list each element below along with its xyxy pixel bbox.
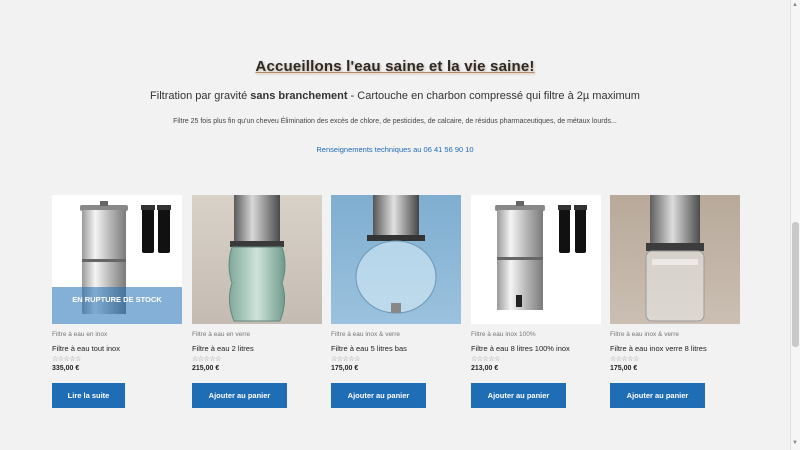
hero-description: Filtre 25 fois plus fin qu'un cheveu Éli… (173, 118, 617, 125)
product-card: Filtre à eau en verre Filtre à eau 2 lit… (192, 195, 322, 415)
product-card: EN RUPTURE DE STOCK Filtre à eau en inox… (52, 195, 182, 415)
product-price: 215,00 € (192, 365, 220, 372)
product-category[interactable]: Filtre à eau inox 100% (471, 331, 536, 338)
product-name[interactable]: Filtre à eau 5 litres bas (331, 344, 407, 353)
rating-stars: ☆☆☆☆☆ (610, 356, 639, 363)
scrollbar-thumb[interactable] (792, 222, 799, 347)
hero-title: Accueillons l'eau saine et la vie saine! (255, 58, 535, 75)
read-more-button[interactable]: Lire la suite (52, 383, 125, 408)
subtitle-bold: sans branchement (250, 90, 348, 102)
scroll-up-icon[interactable]: ▲ (791, 2, 799, 10)
scroll-down-icon[interactable]: ▼ (791, 440, 799, 448)
hero-subtitle: Filtration par gravité sans branchement … (0, 90, 790, 102)
add-to-cart-button[interactable]: Ajouter au panier (610, 383, 705, 408)
product-image[interactable] (471, 195, 601, 324)
page: Accueillons l'eau saine et la vie saine!… (0, 0, 790, 450)
out-of-stock-badge: EN RUPTURE DE STOCK (72, 295, 162, 304)
product-name[interactable]: Filtre à eau inox verre 8 litres (610, 344, 707, 353)
product-price: 335,00 € (52, 365, 80, 372)
product-category[interactable]: Filtre à eau inox & verre (610, 331, 679, 338)
product-category[interactable]: Filtre à eau inox & verre (331, 331, 400, 338)
product-price: 213,00 € (471, 365, 499, 372)
contact-link[interactable]: Renseignements techniques au 06 41 56 90… (0, 145, 790, 154)
product-price: 175,00 € (331, 365, 359, 372)
subtitle-post: - Cartouche en charbon compressé qui fil… (347, 90, 640, 102)
product-grid: EN RUPTURE DE STOCK Filtre à eau en inox… (52, 195, 742, 415)
vertical-scrollbar[interactable]: ▲ ▼ (790, 0, 800, 450)
rating-stars: ☆☆☆☆☆ (471, 356, 500, 363)
product-card: Filtre à eau inox & verre Filtre à eau i… (610, 195, 740, 415)
subtitle-pre: Filtration par gravité (150, 90, 251, 102)
product-price: 175,00 € (610, 365, 638, 372)
product-name[interactable]: Filtre à eau 2 litres (192, 344, 254, 353)
add-to-cart-button[interactable]: Ajouter au panier (331, 383, 426, 408)
product-image[interactable] (192, 195, 322, 324)
product-card: Filtre à eau inox & verre Filtre à eau 5… (331, 195, 461, 415)
product-image[interactable] (610, 195, 740, 324)
rating-stars: ☆☆☆☆☆ (192, 356, 221, 363)
product-image[interactable]: EN RUPTURE DE STOCK (52, 195, 182, 324)
product-name[interactable]: Filtre à eau tout inox (52, 344, 120, 353)
rating-stars: ☆☆☆☆☆ (52, 356, 81, 363)
product-name[interactable]: Filtre à eau 8 litres 100% inox (471, 344, 570, 353)
product-category[interactable]: Filtre à eau en verre (192, 331, 250, 338)
product-image[interactable] (331, 195, 461, 324)
product-card: Filtre à eau inox 100% Filtre à eau 8 li… (471, 195, 601, 415)
rating-stars: ☆☆☆☆☆ (331, 356, 360, 363)
product-category[interactable]: Filtre à eau en inox (52, 331, 107, 338)
add-to-cart-button[interactable]: Ajouter au panier (192, 383, 287, 408)
add-to-cart-button[interactable]: Ajouter au panier (471, 383, 566, 408)
